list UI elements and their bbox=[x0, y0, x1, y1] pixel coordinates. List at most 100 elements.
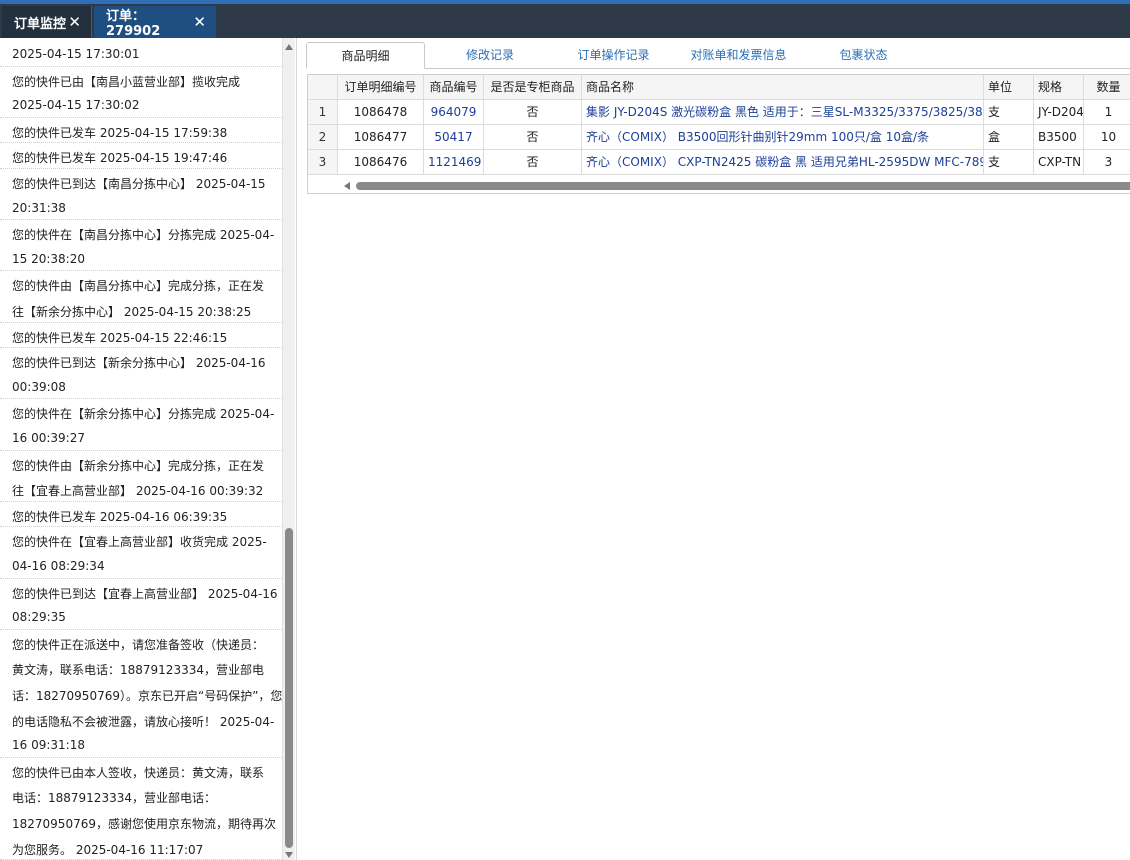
quantity-cell: 1 bbox=[1084, 100, 1130, 124]
header-product-name[interactable]: 商品名称 bbox=[582, 75, 984, 99]
log-entry-text: 话：18270950769）。京东已开启“号码保护”，您 bbox=[12, 688, 282, 703]
log-entry: 您的快件由【新余分拣中心】完成分拣，正在发 往【宜春上高营业部】 2025-04-… bbox=[0, 451, 282, 502]
log-entry: 您的快件已由本人签收，快递员：黄文涛，联系 电话：18879123334，营业部电… bbox=[0, 758, 282, 860]
quantity-cell: 3 bbox=[1084, 150, 1130, 174]
table-row[interactable]: 2 1086477 50417 否 齐心（COMIX） B3500回形针曲别针2… bbox=[308, 125, 1130, 150]
log-entry-text: 您的快件由【南昌分拣中心】完成分拣，正在发 bbox=[12, 279, 265, 294]
close-icon[interactable]: ✕ bbox=[193, 13, 206, 31]
log-entry-text: 您的快件已发车 2025-04-15 17:59:38 bbox=[12, 125, 228, 140]
header-rownum bbox=[308, 75, 338, 99]
detail-id-cell: 1086478 bbox=[338, 100, 424, 124]
log-entry-text: 您的快件已到达【宜春上高营业部】 2025-04-16 bbox=[12, 586, 278, 601]
counter-flag-cell: 否 bbox=[484, 125, 582, 149]
spec-cell: JY-D204 bbox=[1034, 100, 1084, 124]
log-entry-text: 您的快件在【新余分拣中心】分拣完成 2025-04- bbox=[12, 407, 275, 422]
log-entry: 您的快件已到达【宜春上高营业部】 2025-04-16 08:29:35 bbox=[0, 579, 282, 630]
product-name-link[interactable]: 齐心（COMIX） B3500回形针曲别针29mm 100只/盒 10盒/条 bbox=[582, 125, 984, 149]
tab-product-details[interactable]: 商品明细 bbox=[306, 42, 425, 69]
header-counter-flag[interactable]: 是否是专柜商品 bbox=[484, 75, 582, 99]
unit-cell: 支 bbox=[984, 150, 1034, 174]
log-entry-text: 您的快件已发车 2025-04-15 19:47:46 bbox=[12, 151, 228, 166]
log-entry-text: 您的快件在【宜春上高营业部】收货完成 2025- bbox=[12, 535, 267, 550]
log-entry-text: 2025-04-15 17:30:01 bbox=[12, 47, 140, 61]
log-entry-text: 您的快件已发车 2025-04-16 06:39:35 bbox=[12, 509, 228, 524]
tab-label: 订单：279902 bbox=[106, 9, 161, 39]
header-unit[interactable]: 单位 bbox=[984, 75, 1034, 99]
table-horizontal-scrollbar[interactable] bbox=[308, 178, 1130, 193]
log-entry: 您的快件已到达【新余分拣中心】 2025-04-16 00:39:08 bbox=[0, 348, 282, 400]
log-entry: 您的快件已到达【南昌分拣中心】 2025-04-15 20:31:38 bbox=[0, 169, 282, 221]
log-entry: 2025-04-15 17:30:01 bbox=[0, 41, 282, 67]
log-entry-text: 15 20:38:20 bbox=[12, 251, 85, 266]
log-entry: 您的快件已发车 2025-04-15 19:47:46 bbox=[0, 143, 282, 169]
tab-statement-invoice[interactable]: 对账单和发票信息 bbox=[676, 42, 801, 69]
log-scrollbar[interactable] bbox=[282, 38, 295, 860]
table-header-row: 订单明细编号 商品编号 是否是专柜商品 商品名称 单位 规格 数量 bbox=[308, 75, 1130, 100]
counter-flag-cell: 否 bbox=[484, 150, 582, 174]
log-entry-text: 电话：18879123334，营业部电话： bbox=[12, 791, 216, 806]
header-detail-id[interactable]: 订单明细编号 bbox=[338, 75, 424, 99]
product-id-link[interactable]: 50417 bbox=[424, 125, 484, 149]
tab-order-monitor[interactable]: 订单监控 ✕ bbox=[2, 6, 92, 38]
log-entry: 您的快件在【南昌分拣中心】分拣完成 2025-04- 15 20:38:20 bbox=[0, 220, 282, 272]
scrollbar-thumb[interactable] bbox=[285, 528, 293, 848]
log-entry-text: 您的快件在【南昌分拣中心】分拣完成 2025-04- bbox=[12, 228, 275, 243]
log-entry-text: 黄文涛，联系电话：18879123334，营业部电 bbox=[12, 663, 264, 678]
log-entry: 您的快件已发车 2025-04-16 06:39:35 bbox=[0, 502, 282, 528]
log-entry-text: 18270950769，感谢您使用京东物流，期待再次 bbox=[12, 816, 276, 831]
log-entry: 您的快件已发车 2025-04-15 22:46:15 bbox=[0, 323, 282, 349]
row-number: 2 bbox=[308, 125, 338, 149]
header-spec[interactable]: 规格 bbox=[1034, 75, 1084, 99]
row-number: 1 bbox=[308, 100, 338, 124]
scroll-up-icon[interactable] bbox=[285, 44, 293, 50]
log-entry-text: 00:39:08 bbox=[12, 379, 66, 394]
log-entry-text: 往【新余分拣中心】 2025-04-15 20:38:25 bbox=[12, 304, 252, 319]
tab-order-detail[interactable]: 订单：279902 ✕ bbox=[94, 6, 216, 39]
detail-id-cell: 1086476 bbox=[338, 150, 424, 174]
log-entry-text: 您的快件正在派送中，请您准备签收（快递员： bbox=[12, 637, 265, 652]
log-entry-text: 您的快件已到达【新余分拣中心】 2025-04-16 bbox=[12, 356, 266, 371]
scroll-down-icon[interactable] bbox=[285, 852, 293, 858]
product-name-link[interactable]: 集影 JY-D204S 激光碳粉盒 黑色 适用于：三星SL-M3325/3375… bbox=[582, 100, 984, 124]
log-entry-text: 往【宜春上高营业部】 2025-04-16 00:39:32 bbox=[12, 484, 264, 499]
spec-cell: B3500 bbox=[1034, 125, 1084, 149]
header-quantity[interactable]: 数量 bbox=[1084, 75, 1130, 99]
table-row[interactable]: 3 1086476 1121469 否 齐心（COMIX） CXP-TN2425… bbox=[308, 150, 1130, 175]
log-entry: 您的快件在【新余分拣中心】分拣完成 2025-04- 16 00:39:27 bbox=[0, 399, 282, 451]
spec-cell: CXP-TN bbox=[1034, 150, 1084, 174]
log-entry-text: 为您服务。 2025-04-16 11:17:07 bbox=[12, 842, 204, 857]
panel-divider bbox=[296, 38, 297, 860]
header-product-id[interactable]: 商品编号 bbox=[424, 75, 484, 99]
tab-package-status[interactable]: 包裹状态 bbox=[811, 42, 916, 69]
log-entry: 您的快件在【宜春上高营业部】收货完成 2025- 04-16 08:29:34 bbox=[0, 527, 282, 579]
log-entry: 您的快件正在派送中，请您准备签收（快递员： 黄文涛，联系电话：1887912333… bbox=[0, 630, 282, 758]
detail-id-cell: 1086477 bbox=[338, 125, 424, 149]
log-entry: 您的快件由【南昌分拣中心】完成分拣，正在发 往【新余分拣中心】 2025-04-1… bbox=[0, 271, 282, 323]
product-name-link[interactable]: 齐心（COMIX） CXP-TN2425 碳粉盒 黑 适用兄弟HL-2595DW… bbox=[582, 150, 984, 174]
tracking-log-panel: 2025-04-15 17:30:01 您的快件已由【南昌小蓝营业部】揽收完成 20… bbox=[0, 38, 282, 860]
tab-order-operation-log[interactable]: 订单操作记录 bbox=[556, 42, 671, 69]
row-number: 3 bbox=[308, 150, 338, 174]
window-tab-bar: 订单监控 ✕ 订单：279902 ✕ bbox=[0, 4, 1130, 39]
close-icon[interactable]: ✕ bbox=[68, 13, 81, 31]
log-entry: 您的快件已发车 2025-04-15 17:59:38 bbox=[0, 118, 282, 144]
quantity-cell: 10 bbox=[1084, 125, 1130, 149]
table-row[interactable]: 1 1086478 964079 否 集影 JY-D204S 激光碳粉盒 黑色 … bbox=[308, 100, 1130, 125]
log-entry-text: 16 09:31:18 bbox=[12, 738, 85, 753]
scrollbar-thumb[interactable] bbox=[356, 182, 1130, 190]
log-entry-text: 20:31:38 bbox=[12, 200, 66, 215]
log-entry-text: 您的快件已发车 2025-04-15 22:46:15 bbox=[12, 330, 228, 345]
product-id-link[interactable]: 1121469 bbox=[424, 150, 484, 174]
unit-cell: 支 bbox=[984, 100, 1034, 124]
log-entry-text: 08:29:35 bbox=[12, 610, 66, 625]
log-entry-text: 您的快件已由本人签收，快递员：黄文涛，联系 bbox=[12, 765, 265, 780]
counter-flag-cell: 否 bbox=[484, 100, 582, 124]
product-id-link[interactable]: 964079 bbox=[424, 100, 484, 124]
detail-tabs: 商品明细 修改记录 订单操作记录 对账单和发票信息 包裹状态 bbox=[306, 40, 1130, 69]
log-entry: 您的快件已由【南昌小蓝营业部】揽收完成 2025-04-15 17:30:02 bbox=[0, 67, 282, 118]
log-entry-text: 您的快件已由【南昌小蓝营业部】揽收完成 bbox=[12, 74, 241, 89]
tab-modification-log[interactable]: 修改记录 bbox=[434, 42, 546, 69]
log-entry-text: 16 00:39:27 bbox=[12, 430, 85, 445]
log-entry-text: 的电话隐私不会被泄露，请放心接听！ 2025-04- bbox=[12, 714, 275, 729]
scroll-left-icon[interactable] bbox=[344, 182, 350, 190]
